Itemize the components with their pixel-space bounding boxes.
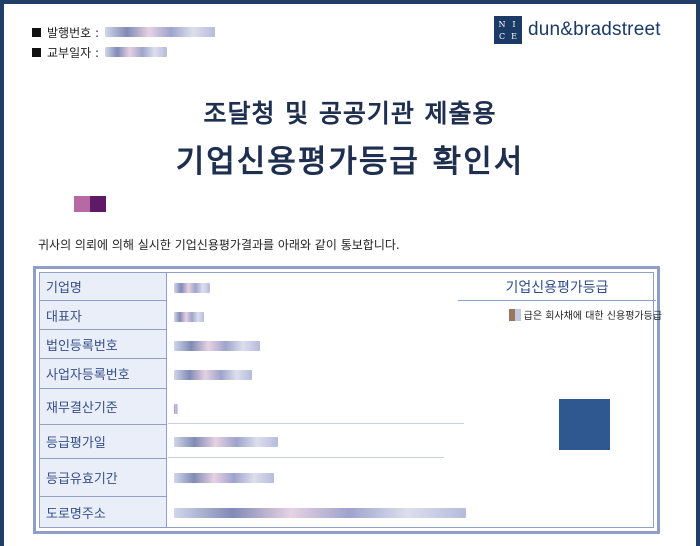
issue-date-redacted	[105, 47, 168, 57]
issue-meta: 발행번호 : 교부일자 :	[32, 22, 216, 62]
document-title-line2: 기업신용평가등급 확인서	[175, 144, 525, 180]
issue-number-row: 발행번호 :	[32, 22, 216, 42]
value-fiscal-basis	[168, 403, 178, 415]
issue-number-label: 발행번호 :	[47, 25, 100, 40]
label-rating-date: 등급평가일	[40, 425, 167, 459]
label-validity-period: 등급유효기간	[40, 459, 167, 497]
redacted-stamp	[74, 196, 106, 212]
nice-logo-icon: N I C E	[494, 16, 522, 44]
label-corp-reg-number: 법인등록번호	[40, 330, 167, 359]
grade-note: 급은 회사채에 대한 신용평가등급	[452, 307, 662, 322]
value-validity-period	[168, 472, 274, 484]
value-rating-date	[168, 436, 278, 448]
issue-date-row: 교부일자 :	[32, 42, 215, 62]
label-representative: 대표자	[40, 301, 167, 330]
issue-number-redacted	[105, 27, 216, 37]
company-logo: N I C E dun&bradstreet	[494, 16, 661, 44]
info-table: 기업명 대표자 법인등록번호 사업자등록번호 재무결산기준 등급평가일 등급유효…	[33, 266, 662, 534]
value-company-name	[168, 282, 210, 294]
label-road-address: 도로명주소	[46, 506, 106, 522]
value-business-reg-number	[168, 369, 252, 381]
value-road-address	[168, 507, 466, 519]
label-business-reg-number: 사업자등록번호	[40, 359, 167, 389]
info-table-inner: 기업명 대표자 법인등록번호 사업자등록번호 재무결산기준 등급평가일 등급유효…	[39, 272, 662, 528]
redacted-grade-mini-icon	[508, 308, 521, 321]
bullet-square-icon	[32, 47, 41, 57]
label-company-name: 기업명	[40, 273, 167, 301]
bullet-square-icon	[32, 27, 41, 37]
label-fiscal-basis: 재무결산기준	[40, 389, 167, 425]
grade-value-box	[559, 399, 610, 450]
value-representative	[168, 311, 204, 323]
grade-header: 기업신용평가등급	[458, 273, 656, 301]
issue-date-label: 교부일자 :	[47, 45, 100, 60]
brand-text: dun&bradstreet	[528, 19, 661, 40]
intro-text: 귀사의 의뢰에 의해 실시한 기업신용평가결과를 아래와 같이 통보합니다.	[38, 238, 400, 252]
value-corp-reg-number	[168, 340, 260, 352]
document-title-line1: 조달청 및 공공기관 제출용	[203, 99, 497, 128]
